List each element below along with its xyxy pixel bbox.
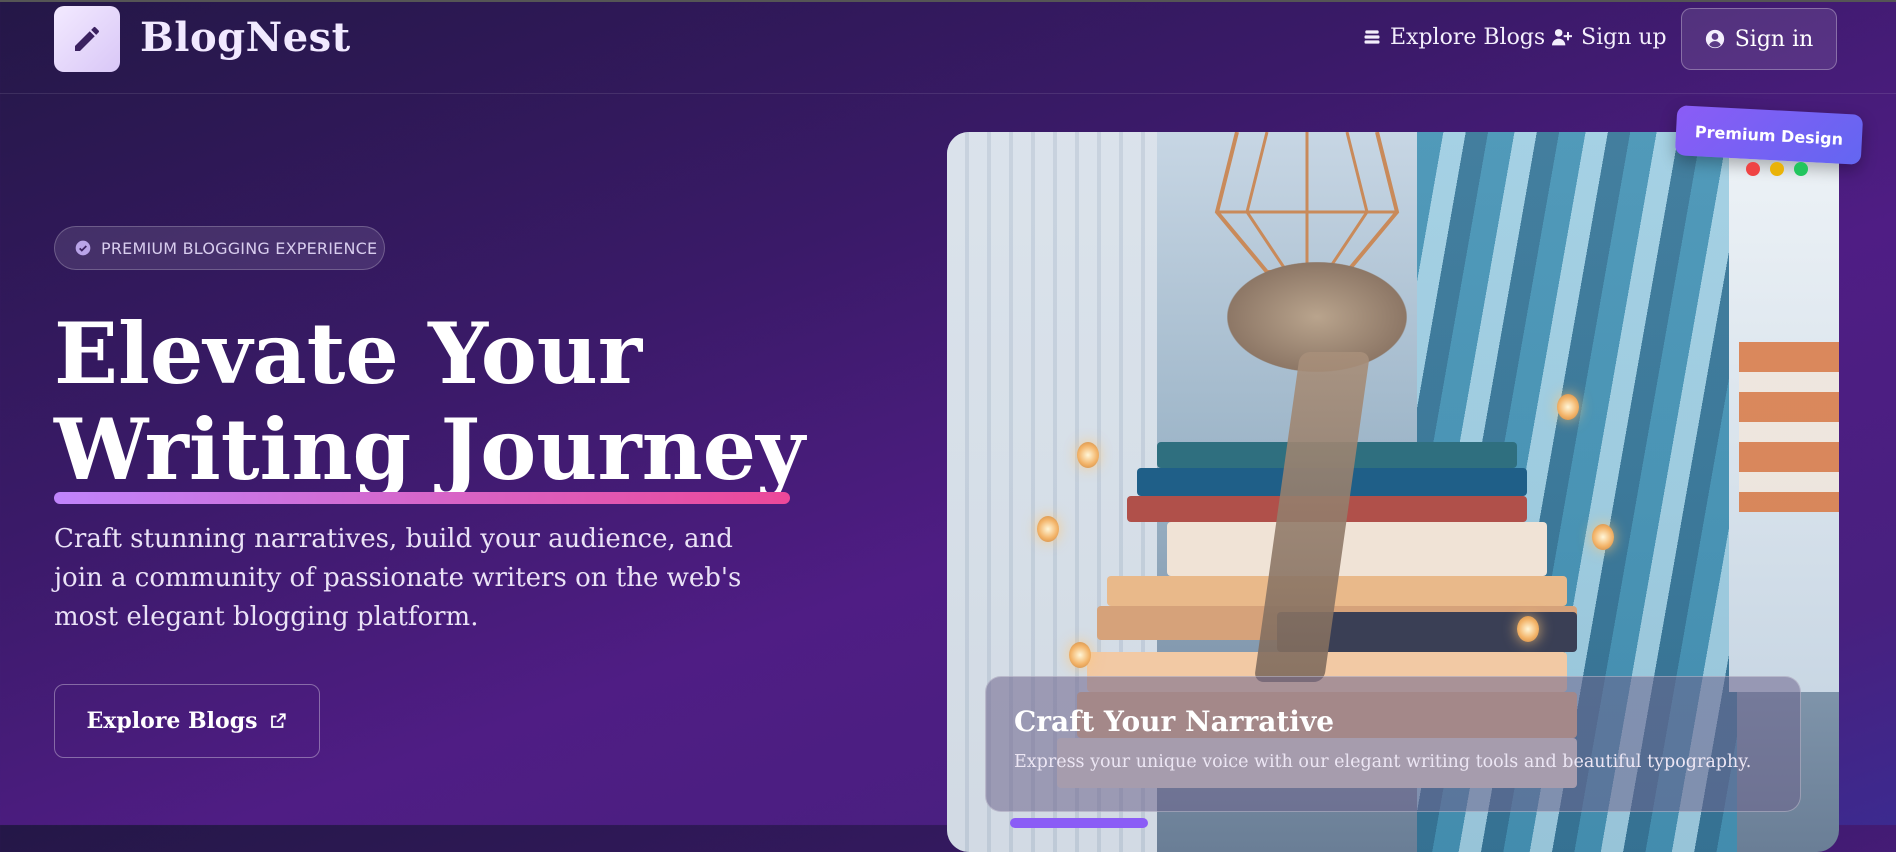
overlay-title: Craft Your Narrative <box>1014 705 1335 738</box>
badge-label: PREMIUM BLOGGING EXPERIENCE <box>101 238 378 258</box>
check-circle-icon <box>75 240 91 256</box>
nav-explore-blogs[interactable]: Explore Blogs <box>1362 22 1545 52</box>
image-shelf <box>1739 342 1839 512</box>
site-header: BlogNest Explore Blogs Sign up Sign in <box>0 0 1896 94</box>
hero-description: Craft stunning narratives, build your au… <box>54 524 742 632</box>
image-fairy-light <box>1557 394 1579 420</box>
headline-line-2: Writing Journey <box>54 400 805 499</box>
green-dot <box>1794 162 1808 176</box>
headline-underline <box>54 492 790 504</box>
hero-headline: Elevate Your Writing Journey <box>54 306 805 498</box>
narrative-overlay-card: Craft Your Narrative Express your unique… <box>985 676 1801 812</box>
red-dot <box>1746 162 1760 176</box>
nav-explore-label: Explore Blogs <box>1390 24 1546 50</box>
logo[interactable] <box>54 6 120 72</box>
image-fairy-light <box>1069 642 1091 668</box>
overlay-description: Express your unique voice with our elega… <box>1014 752 1752 772</box>
headline-line-1: Elevate Your <box>54 304 643 403</box>
external-link-icon <box>271 713 287 728</box>
nav-signup-label: Sign up <box>1581 24 1667 50</box>
bottom-accent-bar <box>1010 818 1148 828</box>
hero-image-card: Craft Your Narrative Express your unique… <box>947 132 1839 852</box>
sign-in-button[interactable]: Sign in <box>1681 8 1837 70</box>
user-plus-icon <box>1552 29 1572 46</box>
layers-icon <box>1364 30 1380 44</box>
yellow-dot <box>1770 162 1784 176</box>
image-fairy-light <box>1077 442 1099 468</box>
image-fairy-light <box>1592 524 1614 550</box>
sign-in-label: Sign in <box>1734 26 1814 52</box>
brand-name[interactable]: BlogNest <box>140 14 351 61</box>
user-circle-icon <box>1705 29 1724 49</box>
premium-badge: PREMIUM BLOGGING EXPERIENCE <box>54 226 385 270</box>
cta-label: Explore Blogs <box>86 708 258 734</box>
window-dots <box>1746 162 1808 176</box>
pencil-icon <box>75 26 100 51</box>
explore-blogs-button[interactable]: Explore Blogs <box>54 684 320 758</box>
image-fairy-light <box>1037 516 1059 542</box>
nav-sign-up[interactable]: Sign up <box>1551 22 1667 52</box>
premium-design-tag: Premium Design <box>1674 105 1864 165</box>
image-fairy-light <box>1517 616 1539 642</box>
